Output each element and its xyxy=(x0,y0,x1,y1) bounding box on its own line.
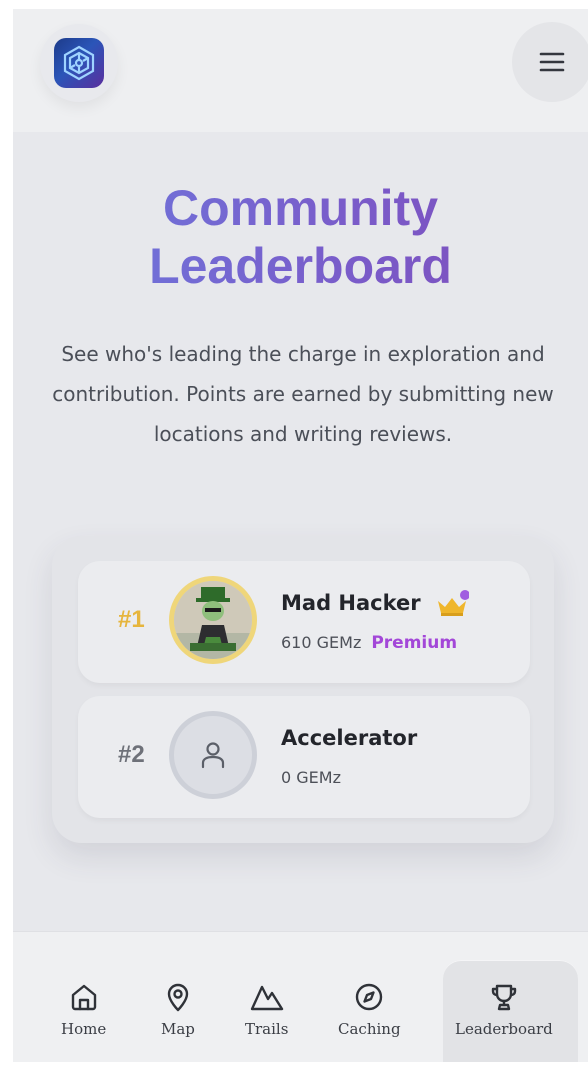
map-pin-icon xyxy=(167,983,189,1012)
leaderboard-card: #1 Mad Hacker 610 GEMz Premium #2 Accele… xyxy=(52,536,554,843)
home-icon xyxy=(71,984,96,1011)
top-bar xyxy=(13,9,588,132)
hamburger-menu-icon xyxy=(539,52,565,72)
nav-label-caching: Caching xyxy=(338,1020,401,1038)
nav-item-caching[interactable]: Caching xyxy=(338,982,401,1038)
page-title: Community Leaderboard xyxy=(13,179,588,295)
nav-label-leaderboard: Leaderboard xyxy=(455,1020,553,1038)
rank-label: #2 xyxy=(118,741,145,768)
user-points: 610 GEMz xyxy=(281,633,362,652)
maze-logo-icon xyxy=(54,38,104,88)
trophy-icon xyxy=(491,984,517,1011)
user-avatar-image[interactable] xyxy=(169,576,257,664)
mountain-icon xyxy=(250,985,283,1011)
user-name: Mad Hacker xyxy=(281,591,421,615)
nav-item-map[interactable]: Map xyxy=(161,982,195,1038)
crown-icon xyxy=(438,590,469,616)
user-placeholder-avatar[interactable] xyxy=(169,711,257,799)
user-placeholder-icon xyxy=(201,742,225,769)
nav-item-leaderboard[interactable]: Leaderboard xyxy=(455,982,553,1038)
nav-label-map: Map xyxy=(161,1020,195,1038)
compass-icon xyxy=(356,983,383,1011)
user-name: Accelerator xyxy=(281,726,418,750)
logo-button[interactable] xyxy=(40,24,118,102)
points-line: 610 GEMz Premium xyxy=(281,633,457,653)
leaderboard-entry[interactable]: #2 Accelerator 0 GEMz xyxy=(78,696,530,818)
nav-item-trails[interactable]: Trails xyxy=(245,982,288,1038)
nav-label-trails: Trails xyxy=(245,1020,289,1038)
bottom-navigation: Home Map Trails Caching Leaderboard xyxy=(13,932,588,1062)
nav-item-home[interactable]: Home xyxy=(61,982,106,1038)
points-line: 0 GEMz xyxy=(281,768,341,787)
menu-button[interactable] xyxy=(512,22,588,102)
page-title-line-2: Leaderboard xyxy=(149,238,452,294)
premium-badge: Premium xyxy=(371,633,458,653)
app-screen: Community Leaderboard See who's leading … xyxy=(13,9,588,1062)
user-points: 0 GEMz xyxy=(281,768,341,787)
page-description: See who's leading the charge in explorat… xyxy=(52,342,554,446)
page-title-line-1: Community xyxy=(163,180,438,236)
nav-label-home: Home xyxy=(61,1020,107,1038)
leaderboard-entry[interactable]: #1 Mad Hacker 610 GEMz Premium xyxy=(78,561,530,683)
rank-label: #1 xyxy=(118,606,145,633)
